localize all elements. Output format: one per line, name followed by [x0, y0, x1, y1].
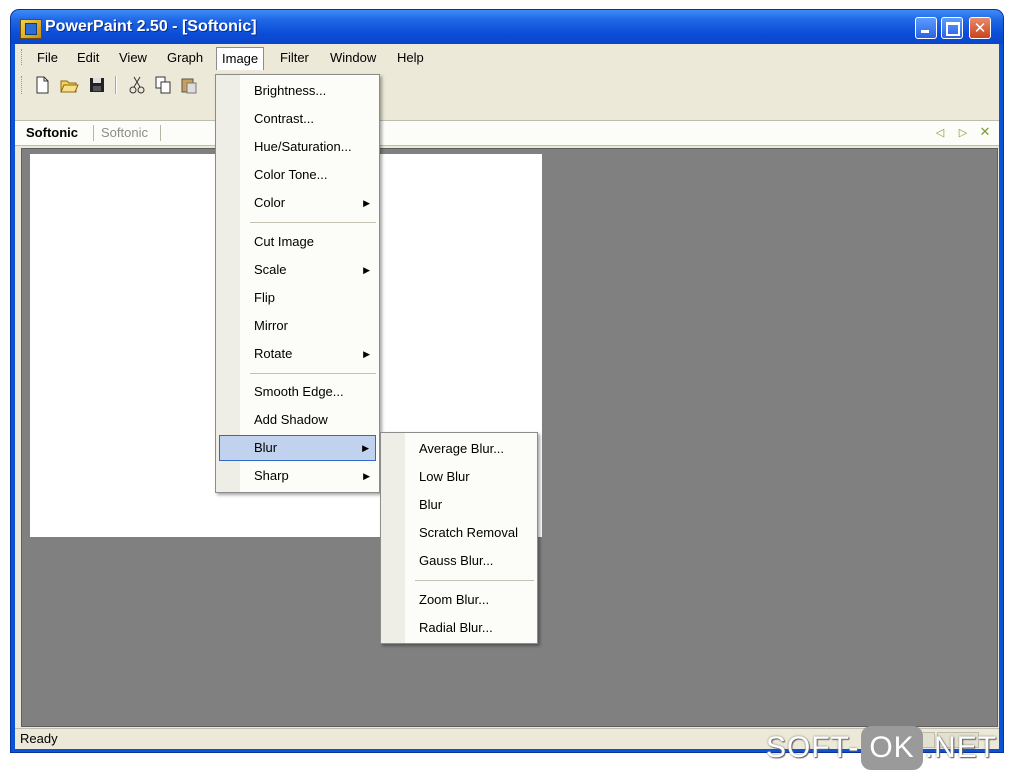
submenu-arrow-icon: ▶ [363, 198, 370, 208]
watermark: SOFT- OK .NET [766, 726, 997, 770]
tab-separator [160, 125, 161, 141]
menu-item-sharp[interactable]: Sharp ▶ [219, 463, 376, 489]
menu-item-blur-filter[interactable]: Blur [384, 492, 534, 518]
menu-item-label: Scale [254, 262, 287, 277]
menu-item-flip[interactable]: Flip [219, 285, 376, 311]
menu-image[interactable]: Image [216, 47, 265, 70]
watermark-mid: OK [861, 726, 923, 770]
menu-item-label: Smooth Edge... [254, 384, 344, 399]
menu-item-cut-image[interactable]: Cut Image [219, 229, 376, 255]
tab-separator [93, 125, 94, 141]
copy-icon[interactable] [153, 75, 173, 95]
menu-item-label: Low Blur [419, 469, 470, 484]
menu-item-label: Hue/Saturation... [254, 139, 352, 154]
menu-separator [250, 373, 376, 374]
menu-item-average-blur[interactable]: Average Blur... [384, 436, 534, 462]
watermark-left: SOFT- [766, 731, 860, 764]
blur-submenu: Average Blur... Low Blur Blur Scratch Re… [380, 432, 538, 644]
menu-item-label: Rotate [254, 346, 293, 361]
menu-item-scale[interactable]: Scale ▶ [219, 257, 376, 283]
menu-item-label: Color Tone... [254, 167, 328, 182]
open-icon[interactable] [59, 75, 79, 95]
menu-item-label: Blur [419, 497, 443, 512]
menu-separator [415, 580, 534, 581]
tab-close-icon[interactable]: ✕ [977, 124, 993, 142]
menu-item-label: Add Shadow [254, 412, 328, 427]
menu-filter[interactable]: Filter [274, 48, 315, 68]
menu-item-label: Sharp [254, 468, 289, 483]
menu-item-label: Radial Blur... [419, 620, 493, 635]
menu-item-color[interactable]: Color ▶ [219, 190, 376, 216]
menu-graph[interactable]: Graph [161, 48, 209, 68]
menu-window[interactable]: Window [324, 48, 382, 68]
menu-item-radial-blur[interactable]: Radial Blur... [384, 615, 534, 641]
toolbar-separator [115, 76, 117, 94]
menu-item-brightness[interactable]: Brightness... [219, 78, 376, 104]
menu-item-blur[interactable]: Blur ▶ [219, 435, 376, 461]
save-icon[interactable] [87, 75, 107, 95]
toolbar [15, 71, 999, 97]
app-icon[interactable] [20, 19, 42, 39]
close-button[interactable]: ✕ [969, 17, 991, 39]
tab-next-icon[interactable]: ▷ [955, 124, 971, 142]
status-text: Ready [20, 731, 58, 746]
menu-item-label: Scratch Removal [419, 525, 518, 540]
menu-item-scratch-removal[interactable]: Scratch Removal [384, 520, 534, 546]
document-tabs: Softonic Softonic ◁ ▷ ✕ [15, 120, 999, 146]
watermark-right: .NET [924, 731, 998, 764]
menu-item-low-blur[interactable]: Low Blur [384, 464, 534, 490]
menu-separator [250, 222, 376, 223]
menu-bar: File Edit View Graph Image Filter Window… [15, 44, 999, 70]
menubar-grip[interactable] [21, 49, 25, 65]
menu-help[interactable]: Help [391, 48, 430, 68]
menu-edit[interactable]: Edit [71, 48, 105, 68]
menu-item-gauss-blur[interactable]: Gauss Blur... [384, 548, 534, 574]
menu-item-add-shadow[interactable]: Add Shadow [219, 407, 376, 433]
menu-item-rotate[interactable]: Rotate ▶ [219, 341, 376, 367]
menu-item-label: Brightness... [254, 83, 327, 98]
menu-item-label: Mirror [254, 318, 288, 333]
menu-item-label: Flip [254, 290, 275, 305]
tab-softonic[interactable]: Softonic [97, 124, 152, 142]
menu-item-label: Gauss Blur... [419, 553, 494, 568]
submenu-arrow-icon: ▶ [363, 471, 370, 481]
submenu-arrow-icon: ▶ [363, 349, 370, 359]
submenu-arrow-icon: ▶ [362, 443, 369, 453]
tab-softonic-active[interactable]: Softonic [22, 124, 82, 142]
menu-item-label: Contrast... [254, 111, 314, 126]
minimize-button[interactable] [915, 17, 937, 39]
submenu-arrow-icon: ▶ [363, 265, 370, 275]
menu-item-smooth-edge[interactable]: Smooth Edge... [219, 379, 376, 405]
menu-item-mirror[interactable]: Mirror [219, 313, 376, 339]
menu-file[interactable]: File [31, 48, 64, 68]
menu-item-label: Blur [254, 440, 278, 455]
window-title: PowerPaint 2.50 - [Softonic] [45, 18, 257, 35]
menu-item-label: Average Blur... [419, 441, 505, 456]
menu-view[interactable]: View [113, 48, 153, 68]
close-icon: ✕ [973, 19, 987, 37]
menu-item-hue-saturation[interactable]: Hue/Saturation... [219, 134, 376, 160]
menu-item-zoom-blur[interactable]: Zoom Blur... [384, 587, 534, 613]
title-bar[interactable]: PowerPaint 2.50 - [Softonic] ✕ [11, 10, 1003, 44]
menu-item-contrast[interactable]: Contrast... [219, 106, 376, 132]
menu-item-color-tone[interactable]: Color Tone... [219, 162, 376, 188]
toolbar-grip[interactable] [21, 76, 25, 94]
cut-icon[interactable] [127, 75, 147, 95]
new-icon[interactable] [32, 75, 52, 95]
menu-item-label: Cut Image [254, 234, 314, 249]
menu-item-label: Color [254, 195, 286, 210]
menu-item-label: Zoom Blur... [419, 592, 490, 607]
tab-prev-icon[interactable]: ◁ [932, 124, 948, 142]
maximize-button[interactable] [941, 17, 963, 39]
image-menu: Brightness... Contrast... Hue/Saturation… [215, 74, 380, 493]
paste-icon[interactable] [179, 75, 199, 95]
